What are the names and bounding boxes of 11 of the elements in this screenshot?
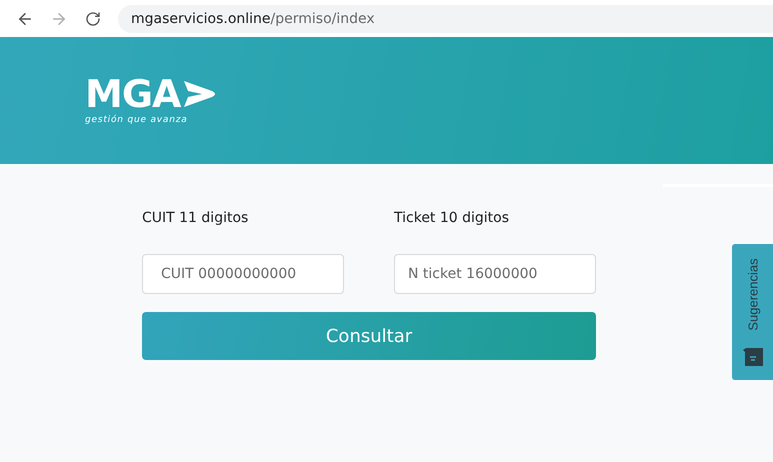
input-field[interactable]: N ticket 16000000: [394, 254, 596, 294]
logo-wordmark: MGA: [85, 74, 180, 114]
logo-tagline: gestión que avanza: [85, 115, 189, 125]
chat-icon: [742, 348, 762, 366]
field-label: CUIT 11 digitos: [142, 210, 250, 228]
input-field[interactable]: CUIT 00000000000: [142, 254, 344, 294]
field-label: Ticket 10 digitos: [394, 210, 510, 228]
reload-icon: [85, 10, 101, 26]
address-bar[interactable]: mgaservicios.online/permiso/index: [118, 4, 773, 32]
feedback-tab[interactable]: Sugerencias: [732, 244, 773, 380]
submit-button[interactable]: Consultar: [142, 312, 596, 360]
